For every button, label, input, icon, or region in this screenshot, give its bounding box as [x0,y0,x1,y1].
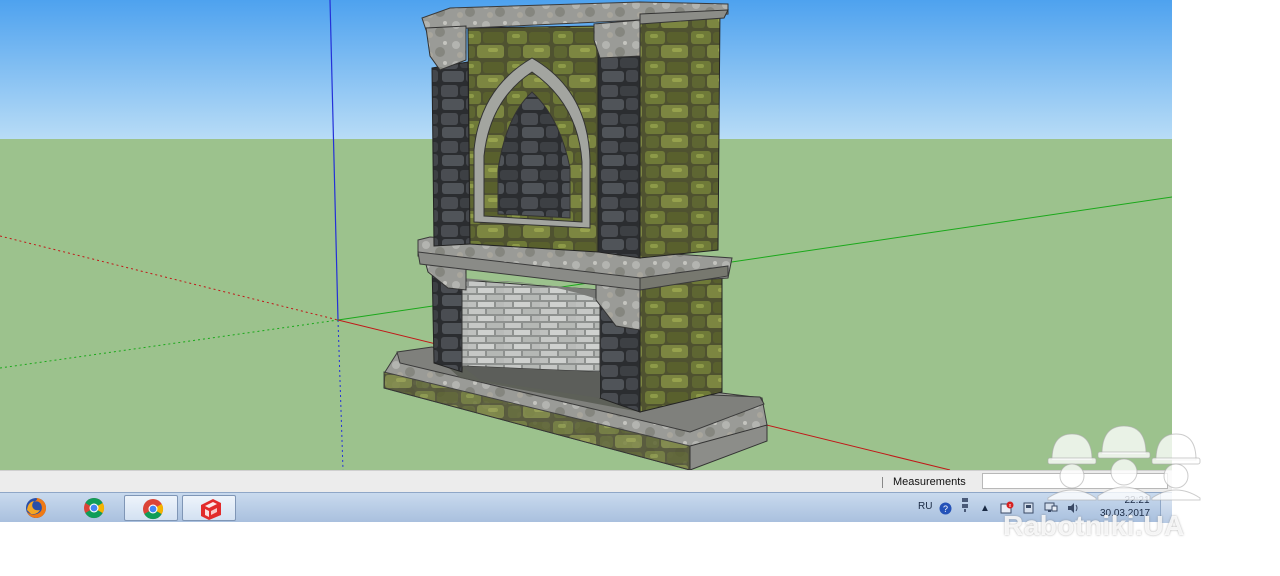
taskbar-sketchup-button[interactable] [182,495,236,521]
measurements-label: Measurements [893,476,966,488]
sketchup-viewport[interactable] [0,0,1172,470]
firefox-icon [26,497,47,518]
viewport-scene[interactable] [0,0,1172,470]
chevron-up-icon[interactable]: ▲ [978,501,992,515]
blank-margin [1172,0,1280,470]
language-indicator[interactable]: RU [918,501,932,512]
fireplace-model[interactable] [383,1,768,470]
taskbar-chrome-button-1[interactable] [66,495,120,521]
svg-text:?: ? [942,504,947,514]
taskbar-chrome-button-2[interactable] [124,495,178,521]
watermark-text: Rabotniki.UA [1003,510,1185,541]
network-activity-icon[interactable] [958,498,972,512]
chrome-icon [143,499,164,520]
status-separator [882,477,883,488]
chrome-icon [84,497,105,519]
sketchup-icon [201,499,221,520]
status-bar: Measurements [0,470,1172,492]
clock-time[interactable]: 22:21 [1112,495,1162,506]
taskbar-firefox-button[interactable] [8,495,62,521]
help-icon[interactable]: ? [938,501,952,515]
windows-taskbar: RU ? ▲ x 22:21 30.03.2017 [0,492,1172,523]
measurements-input[interactable] [982,473,1168,489]
